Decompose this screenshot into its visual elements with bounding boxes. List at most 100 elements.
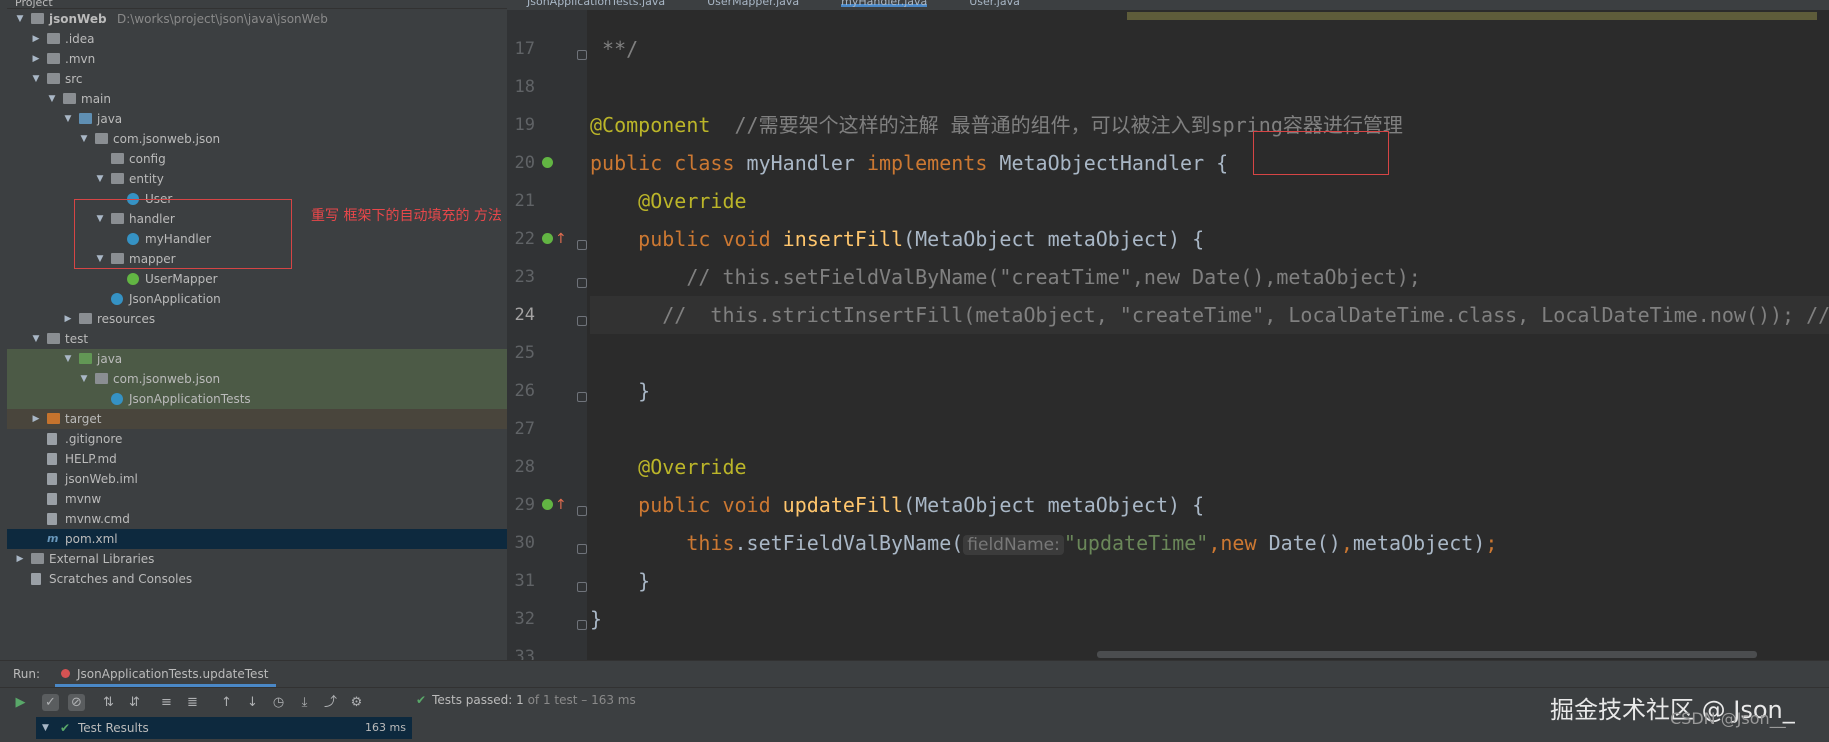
editor-tab[interactable]: myHandler.java <box>841 0 928 7</box>
expanded-arrow-icon[interactable]: ▼ <box>31 329 41 349</box>
editor-tab[interactable]: User.java <box>969 0 1020 7</box>
code-line[interactable]: **/ <box>590 30 638 68</box>
code-line[interactable]: // this.strictInsertFill(metaObject, "cr… <box>590 296 1829 334</box>
tree-item-idea[interactable]: ▶ .idea <box>7 29 507 49</box>
collapsed-arrow-icon[interactable]: ▶ <box>15 549 25 569</box>
tree-item-iml[interactable]: jsonWeb.iml <box>7 469 507 489</box>
tree-item-main[interactable]: ▼ main <box>7 89 507 109</box>
sort-alpha-icon[interactable]: ⇅ <box>100 694 117 711</box>
tree-item-mvnw-cmd[interactable]: mvnw.cmd <box>7 509 507 529</box>
test-results-row[interactable]: ▼ ✔ Test Results 163 ms <box>36 717 412 739</box>
tree-item-root[interactable]: ▼ jsonWeb D:\works\project\json\java\jsonW… <box>7 9 507 29</box>
import-tests-icon[interactable]: ⤓ <box>296 694 313 711</box>
tree-item-java-test[interactable]: ▼ java <box>7 349 507 369</box>
tree-item-external-libraries[interactable]: ▶ External Libraries <box>7 549 507 569</box>
tree-item-jsonapplicationtests[interactable]: JsonApplicationTests <box>7 389 507 409</box>
fold-marker-icon[interactable] <box>577 506 587 516</box>
run-config-tab[interactable]: JsonApplicationTests.updateTest <box>55 661 277 687</box>
expanded-arrow-icon[interactable]: ▼ <box>63 109 73 129</box>
fold-marker-icon[interactable] <box>577 240 587 250</box>
tree-item-entity[interactable]: ▼ entity <box>7 169 507 189</box>
next-failed-icon[interactable]: ↓ <box>244 694 261 711</box>
code-token: } <box>590 607 603 631</box>
expand-arrow-icon[interactable]: ▼ <box>42 717 49 739</box>
tree-item-java-main[interactable]: ▼ java <box>7 109 507 129</box>
editor-tab[interactable]: UserMapper.java <box>707 0 799 7</box>
tree-item-pom[interactable]: m pom.xml <box>7 529 507 549</box>
override-arrow-icon[interactable]: ↑ <box>555 498 567 512</box>
project-panel-header[interactable]: Project <box>7 0 507 9</box>
sort-duration-icon[interactable]: ⇵ <box>126 694 143 711</box>
tree-item-mvnw[interactable]: mvnw <box>7 489 507 509</box>
tree-item-label: mvnw <box>65 492 102 506</box>
tree-item-package-test[interactable]: ▼ com.jsonweb.json <box>7 369 507 389</box>
collapsed-arrow-icon[interactable]: ▶ <box>63 309 73 329</box>
expanded-arrow-icon[interactable]: ▼ <box>95 169 105 189</box>
expanded-arrow-icon[interactable]: ▼ <box>15 9 25 29</box>
code-line[interactable]: @Override <box>590 448 746 486</box>
collapsed-arrow-icon[interactable]: ▶ <box>31 49 41 69</box>
rerun-icon[interactable]: ▶ <box>12 694 29 711</box>
implements-method-icon[interactable] <box>542 233 553 244</box>
expanded-arrow-icon[interactable]: ▼ <box>63 349 73 369</box>
tree-item-jsonapplication[interactable]: JsonApplication <box>7 289 507 309</box>
fold-marker-icon[interactable] <box>577 544 587 554</box>
export-tests-icon[interactable]: ⤴ <box>322 694 339 711</box>
editor-tab[interactable]: JsonApplicationTests.java <box>527 0 665 7</box>
bean-icon[interactable] <box>542 157 553 168</box>
code-area[interactable]: **/@Component //需要架个这样的注解 最普通的组件，可以被注入到s… <box>590 10 1829 660</box>
collapsed-arrow-icon[interactable]: ▶ <box>31 409 41 429</box>
tree-item-resources[interactable]: ▶ resources <box>7 309 507 329</box>
show-ignored-icon[interactable]: ⊘ <box>68 694 85 711</box>
tree-item-target[interactable]: ▶ target <box>7 409 507 429</box>
code-line[interactable]: public class myHandler implements MetaOb… <box>590 144 1228 182</box>
collapsed-arrow-icon[interactable]: ▶ <box>31 29 41 49</box>
line-number: 30 <box>514 533 535 553</box>
fold-marker-icon[interactable] <box>577 582 587 592</box>
implements-method-icon[interactable] <box>542 499 553 510</box>
code-line[interactable]: // this.setFieldValByName("creatTime",ne… <box>590 258 1421 296</box>
tree-item-help-md[interactable]: HELP.md <box>7 449 507 469</box>
tree-item-package-main[interactable]: ▼ com.jsonweb.json <box>7 129 507 149</box>
status-detail: of 1 test – 163 ms <box>527 693 636 707</box>
settings-icon[interactable]: ⚙ <box>348 694 365 711</box>
tree-item-config[interactable]: config <box>7 149 507 169</box>
fold-marker-icon[interactable] <box>577 278 587 288</box>
code-line[interactable]: public void updateFill(MetaObject metaOb… <box>590 486 1204 524</box>
horizontal-scrollbar[interactable] <box>1097 651 1757 658</box>
passed-check-icon: ✔ <box>416 693 427 707</box>
tree-item-label: main <box>81 92 111 106</box>
tree-item-gitignore[interactable]: .gitignore <box>7 429 507 449</box>
test-history-icon[interactable]: ◷ <box>270 694 287 711</box>
code-line[interactable]: this.setFieldValByName(fieldName: "update… <box>590 524 1497 562</box>
code-line[interactable]: } <box>590 600 602 638</box>
collapse-all-icon[interactable]: ≣ <box>184 694 201 711</box>
tree-item-label: .mvn <box>65 52 96 66</box>
code-line[interactable]: } <box>590 372 650 410</box>
excluded-folder-icon <box>47 413 60 424</box>
tree-item-scratches[interactable]: Scratches and Consoles <box>7 569 507 589</box>
tree-item-src[interactable]: ▼ src <box>7 69 507 89</box>
code-line[interactable]: } <box>590 562 650 600</box>
fold-marker-icon[interactable] <box>577 620 587 630</box>
code-token: public class <box>590 151 747 175</box>
code-line[interactable]: public void insertFill(MetaObject metaOb… <box>590 220 1204 258</box>
tree-item-mvn-dir[interactable]: ▶ .mvn <box>7 49 507 69</box>
show-passed-icon[interactable]: ✓ <box>42 694 59 711</box>
expanded-arrow-icon[interactable]: ▼ <box>31 69 41 89</box>
code-line[interactable]: @Override <box>590 182 746 220</box>
tree-item-test[interactable]: ▼ test <box>7 329 507 349</box>
code-token: insertFill <box>782 227 904 251</box>
override-arrow-icon[interactable]: ↑ <box>555 232 567 246</box>
fold-marker-icon[interactable] <box>577 50 587 60</box>
test-results-label: Test Results <box>78 721 149 735</box>
expanded-arrow-icon[interactable]: ▼ <box>79 129 89 149</box>
expand-all-icon[interactable]: ≡ <box>158 694 175 711</box>
fold-marker-icon[interactable] <box>577 316 587 326</box>
tree-item-usermapper[interactable]: UserMapper <box>7 269 507 289</box>
previous-failed-icon[interactable]: ↑ <box>218 694 235 711</box>
expanded-arrow-icon[interactable]: ▼ <box>79 369 89 389</box>
expanded-arrow-icon[interactable]: ▼ <box>47 89 57 109</box>
fold-marker-icon[interactable] <box>577 392 587 402</box>
test-status: ✔ Tests passed: 1 of 1 test – 163 ms <box>416 693 636 707</box>
